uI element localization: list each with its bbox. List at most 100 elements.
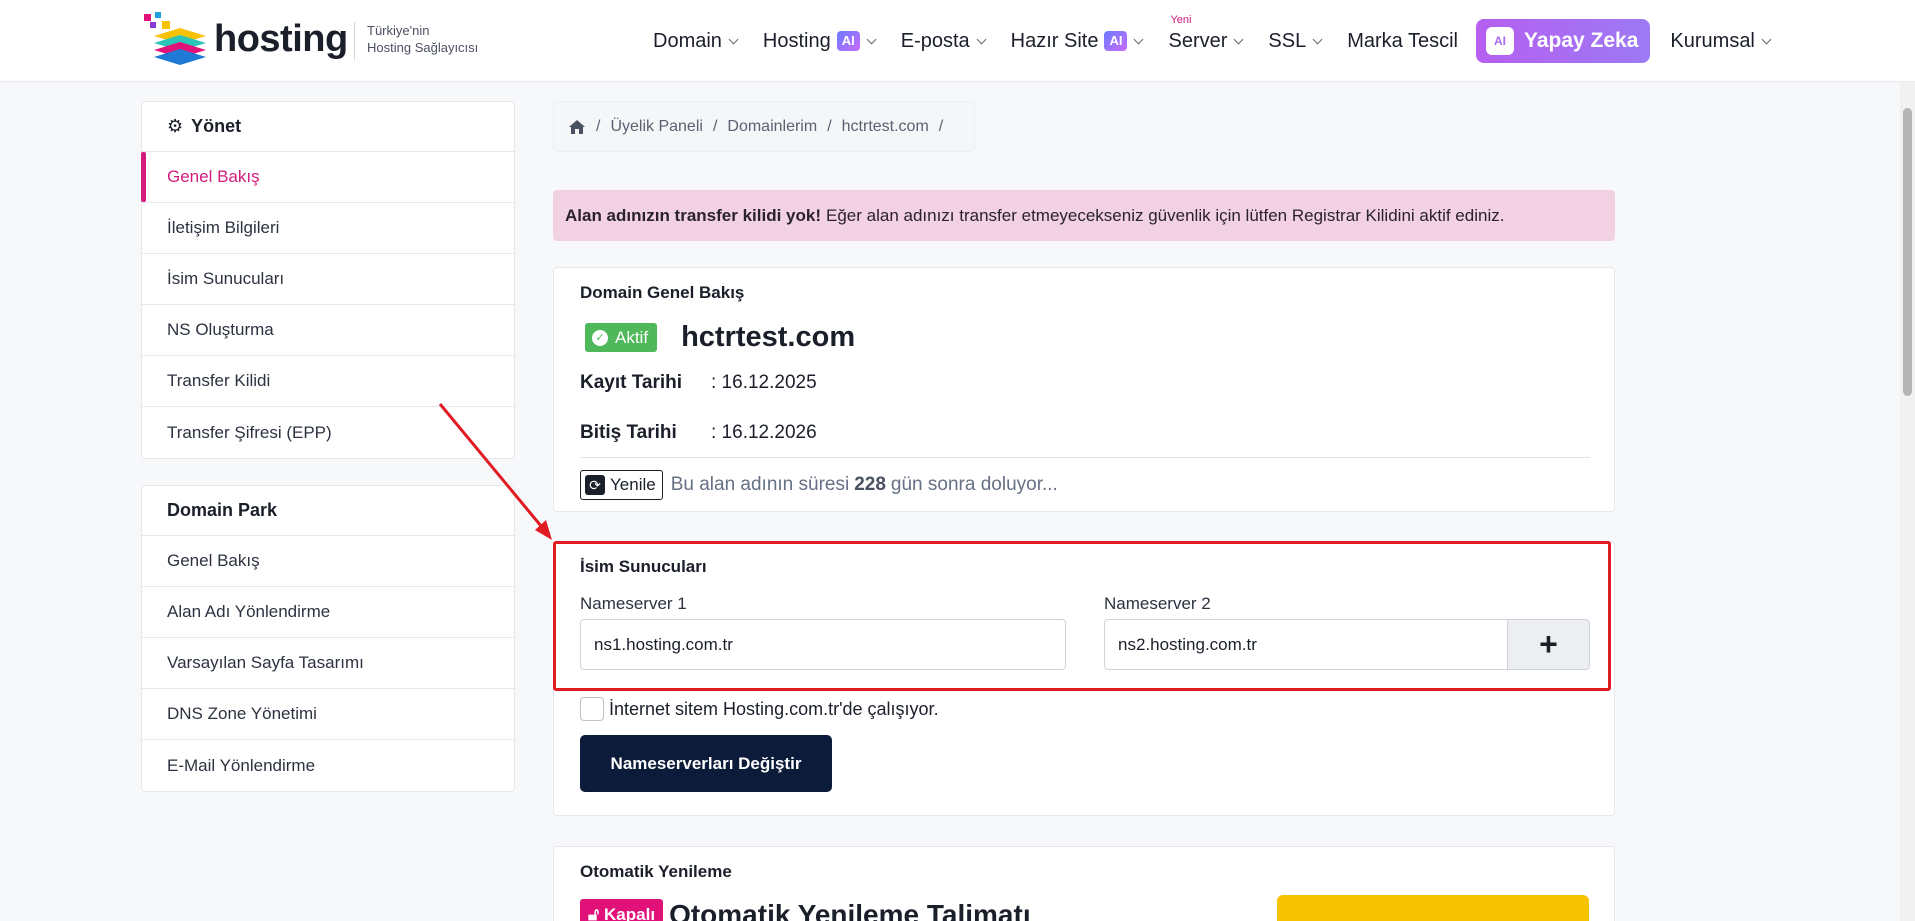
- breadcrumb-separator: /: [827, 117, 832, 135]
- off-status-badge: 🔓︎ Kapalı: [580, 899, 664, 921]
- ns2-label: Nameserver 2: [1104, 594, 1211, 613]
- expiry-date-value: : 16.12.2026: [711, 422, 817, 443]
- remaining-text-pre: Bu alan adının süresi: [670, 474, 850, 495]
- nav-eposta[interactable]: E-posta: [900, 29, 987, 53]
- alert-text: Eğer alan adınızı transfer etmeyecekseni…: [826, 205, 1505, 225]
- sidebar-item-alan-adi-yonlendirme[interactable]: Alan Adı Yönlendirme: [142, 587, 514, 638]
- logo-mark-icon: [144, 12, 206, 65]
- auto-renew-action-button[interactable]: [1277, 895, 1589, 921]
- expiry-date-row: Bitiş Tarihi : 16.12.2026: [580, 422, 817, 444]
- chevron-down-icon: [976, 34, 987, 44]
- sidebar-item-transfer-kilidi[interactable]: Transfer Kilidi: [142, 356, 514, 407]
- nav-domain-label: Domain: [653, 29, 722, 52]
- hosting-checkbox-label[interactable]: İnternet sitem Hosting.com.tr'de çalışıy…: [609, 699, 939, 720]
- top-navigation-bar: hosting Türkiye'nin Hosting Sağlayıcısı …: [0, 0, 1915, 82]
- breadcrumb: / Üyelik Paneli / Domainlerim / hctrtest…: [553, 101, 975, 152]
- nav-server[interactable]: Yeni Server: [1168, 14, 1244, 53]
- nav-hazir-site-label: Hazır Site: [1010, 29, 1099, 52]
- page-scrollbar[interactable]: [1900, 82, 1915, 921]
- sidebar-manage-card: ⚙ Yönet Genel Bakış İletişim Bilgileri İ…: [141, 101, 515, 459]
- breadcrumb-separator: /: [712, 117, 718, 135]
- yapay-zeka-button[interactable]: AI Yapay Zeka: [1475, 19, 1651, 63]
- status-label: Aktif: [615, 327, 649, 347]
- nameservers-title: İsim Sunucuları: [580, 557, 707, 576]
- auto-renew-title: Otomatik Yenileme: [580, 862, 732, 881]
- tagline-line-1: Türkiye'nin: [367, 23, 430, 38]
- gear-icon: ⚙: [167, 116, 184, 136]
- sidebar-park-title: Domain Park: [167, 500, 278, 520]
- remaining-days: 228: [854, 474, 886, 495]
- sidebar-item-email-yonlendirme[interactable]: E-Mail Yönlendirme: [142, 740, 514, 791]
- nav-hosting[interactable]: Hosting AI: [762, 29, 877, 53]
- domain-name: hctrtest.com: [681, 321, 856, 353]
- remaining-text-post: gün sonra doluyor...: [890, 474, 1058, 495]
- add-nameserver-button[interactable]: +: [1507, 619, 1590, 670]
- ns1-input[interactable]: ns1.hosting.com.tr: [580, 619, 1066, 670]
- refresh-icon: ⟳: [585, 475, 605, 495]
- auto-renew-heading: Otomatik Yenileme Talimatı: [669, 899, 1031, 921]
- nav-ssl[interactable]: SSL: [1268, 29, 1323, 53]
- nav-marka-tescil[interactable]: Marka Tescil: [1347, 30, 1458, 53]
- sidebar-park-header: Domain Park: [142, 486, 514, 536]
- renew-label: Yenile: [610, 475, 656, 494]
- nav-kurumsal-label: Kurumsal: [1670, 29, 1755, 52]
- sidebar-manage-title: Yönet: [191, 116, 242, 136]
- overview-title: Domain Genel Bakış: [580, 283, 745, 302]
- chevron-down-icon: [1312, 34, 1323, 44]
- sidebar-item-dns-zone[interactable]: DNS Zone Yönetimi: [142, 689, 514, 740]
- registration-date-row: Kayıt Tarihi: 16.12.2025: [580, 372, 817, 394]
- ai-badge: AI: [1104, 31, 1128, 51]
- main-nav: Domain Hosting AI E-posta Hazır Site AI …: [653, 0, 1796, 82]
- tagline-line-2: Hosting Sağlayıcısı: [367, 40, 479, 55]
- nav-ssl-label: SSL: [1268, 29, 1307, 52]
- sidebar-item-ns-olusturma[interactable]: NS Oluşturma: [142, 305, 514, 356]
- hosting-checkbox[interactable]: [580, 697, 604, 721]
- nameservers-card: İsim Sunucuları Nameserver 1 ns1.hosting…: [553, 541, 1615, 816]
- transfer-lock-alert: Alan adınızın transfer kilidi yok! Eğer …: [553, 190, 1615, 241]
- home-icon[interactable]: [568, 119, 586, 135]
- breadcrumb-current-domain[interactable]: hctrtest.com: [842, 118, 929, 136]
- nav-server-label: Server: [1168, 29, 1228, 52]
- sidebar-item-park-genel-bakis[interactable]: Genel Bakış: [142, 536, 514, 587]
- domain-status-row: ✓ Aktif hctrtest.com: [585, 321, 855, 354]
- expiry-date-label: Bitiş Tarihi: [580, 422, 677, 443]
- chevron-down-icon: [866, 34, 877, 44]
- breadcrumb-domainlerim[interactable]: Domainlerim: [727, 118, 817, 136]
- breadcrumb-separator: /: [938, 117, 944, 135]
- ns2-input[interactable]: ns2.hosting.com.tr: [1104, 619, 1508, 670]
- chevron-down-icon: [1233, 34, 1244, 44]
- status-badge: ✓ Aktif: [585, 323, 658, 352]
- alert-bold-text: Alan adınızın transfer kilidi yok!: [565, 205, 821, 225]
- registration-date-label: Kayıt Tarihi: [580, 372, 683, 393]
- sidebar-item-transfer-sifresi[interactable]: Transfer Şifresi (EPP): [142, 407, 514, 458]
- ai-sparkle-icon: AI: [1485, 27, 1514, 55]
- logo-tagline: Türkiye'nin Hosting Sağlayıcısı: [354, 22, 478, 60]
- sidebar-manage-header: ⚙ Yönet: [142, 102, 514, 152]
- breadcrumb-uyelik-paneli[interactable]: Üyelik Paneli: [610, 118, 702, 136]
- sidebar-park-card: Domain Park Genel Bakış Alan Adı Yönlend…: [141, 485, 515, 792]
- site-logo[interactable]: hosting: [142, 12, 348, 68]
- chevron-down-icon: [1134, 34, 1144, 44]
- nav-marka-tescil-label: Marka Tescil: [1347, 29, 1458, 52]
- scrollbar-thumb[interactable]: [1903, 108, 1912, 396]
- chevron-down-icon: [1761, 34, 1772, 44]
- breadcrumb-separator: /: [596, 117, 601, 135]
- renew-button[interactable]: ⟳ Yenile: [580, 470, 663, 500]
- divider: [580, 457, 1590, 458]
- nav-hosting-label: Hosting: [762, 29, 831, 52]
- sidebar-item-isim-sunuculari[interactable]: İsim Sunucuları: [142, 254, 514, 305]
- sidebar-item-varsayilan-sayfa[interactable]: Varsayılan Sayfa Tasarımı: [142, 638, 514, 689]
- nav-hazir-site[interactable]: Hazır Site AI: [1010, 29, 1144, 53]
- sidebar-item-genel-bakis[interactable]: Genel Bakış: [141, 152, 514, 203]
- domain-overview-card: Domain Genel Bakış ✓ Aktif hctrtest.com …: [553, 267, 1615, 512]
- nav-eposta-label: E-posta: [900, 29, 970, 52]
- auto-renew-status-row: 🔓︎ Kapalı Otomatik Yenileme Talimatı: [580, 899, 1031, 921]
- chevron-down-icon: [728, 34, 739, 44]
- auto-renew-card: Otomatik Yenileme 🔓︎ Kapalı Otomatik Yen…: [553, 846, 1615, 921]
- sidebar-item-iletisim-bilgileri[interactable]: İletişim Bilgileri: [142, 203, 514, 254]
- new-badge: Yeni: [1170, 13, 1192, 26]
- nav-kurumsal[interactable]: Kurumsal: [1670, 29, 1772, 53]
- change-nameservers-button[interactable]: Nameserverları Değiştir: [580, 735, 832, 792]
- nav-domain[interactable]: Domain: [653, 29, 739, 53]
- logo-text: hosting: [214, 18, 348, 60]
